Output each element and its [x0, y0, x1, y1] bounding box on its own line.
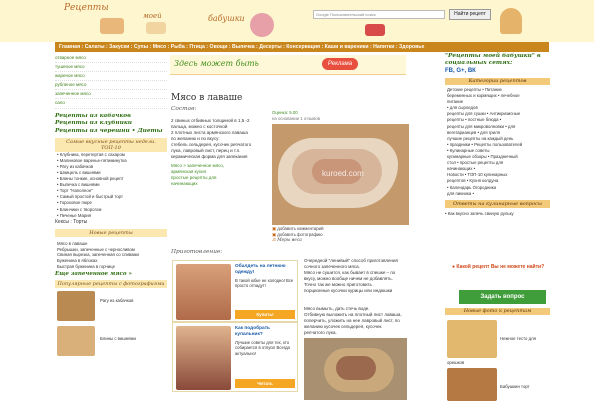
cake-illustration — [365, 24, 385, 36]
cake-illustration — [146, 22, 166, 34]
social-title: "Рецепты моей бабушки" в социальных сетя… — [445, 53, 541, 66]
sidebar-item-stewed-meat[interactable]: тушеное мясо — [55, 63, 167, 73]
more-baked-meat-link[interactable]: Еще запеченное мясо » — [55, 271, 167, 277]
top10-list: • Клубника, перетертая с сахаром • Малин… — [55, 152, 167, 219]
ad-read-button[interactable]: Читать — [235, 379, 295, 388]
photo-caption[interactable]: Блины с вишнями — [100, 336, 136, 342]
logo-word-2[interactable]: моей — [143, 12, 162, 20]
ad-image — [176, 264, 231, 320]
prep-text-1: Очередной "ленивый" способ приготовления… — [304, 258, 398, 293]
photo-caption[interactable]: Нежное тесто для — [500, 336, 536, 342]
cake-illustration — [100, 18, 124, 34]
recipe-photo[interactable]: kuroed.com — [272, 124, 409, 225]
categories-box-title: Категории рецептов — [445, 78, 550, 85]
popular-photo-box-title: Популярные рецепты с фотографиями — [55, 279, 167, 288]
sidebar-item-boiled-meat[interactable]: отварное мясо — [55, 54, 167, 64]
ad-card[interactable]: Обалдеть на летнюю одежду! В такой юбке … — [172, 260, 298, 322]
sidebar-item-minced-meat[interactable]: рубленое мясо — [55, 81, 167, 91]
step-photo[interactable] — [304, 338, 407, 400]
banner-text: Здесь может быть — [174, 59, 259, 68]
new-recipes-list: Мясо в лаваше Ребрышки, запеченные с чер… — [55, 241, 167, 270]
ad-card[interactable]: Как подобрать купальник? Лучшие советы д… — [172, 322, 298, 392]
ad-text: Лучшие советы для тех, кто собирается в … — [235, 340, 290, 356]
new-photos-box-title: Новые фото к рецептам — [445, 308, 550, 315]
ad-buy-button[interactable]: Купить! — [235, 310, 295, 319]
cherry-recipes-link[interactable]: Рецепты из черешни • Диеты — [55, 128, 167, 136]
answer-item[interactable]: • Как вкусно запечь свиную рульку — [445, 211, 550, 217]
popular-photo-list: Рагу из кабачков Блины с вишнями — [55, 288, 167, 368]
cake-illustration — [500, 8, 522, 34]
top10-box-title: Самые вкусные рецепты недели. ТОП-10 — [55, 137, 167, 152]
strawberry-recipes-link[interactable]: Рецепты из клубники — [55, 120, 167, 128]
banner-ad-word: Реклама — [322, 58, 358, 70]
category-item[interactable]: для пикника • — [447, 191, 550, 197]
grandma-illustration — [250, 13, 274, 37]
ingredients-block: Состав: 2 свиных отбивных толщиной в 1,5… — [171, 106, 269, 187]
cakes-link[interactable]: Кексы : Торты — [55, 219, 167, 226]
sidebar-item-salo[interactable]: сало — [55, 99, 167, 109]
site-header: Рецепты моей бабушки Google Пользователь… — [0, 0, 594, 42]
logo-word-3[interactable]: бабушки — [208, 14, 245, 23]
social-links[interactable]: FB, G+, ВК — [445, 67, 550, 75]
left-sidebar: отварное мясо тушеное мясо жареное мясо … — [55, 54, 167, 368]
ad-image — [176, 326, 231, 390]
ad-banner[interactable]: Здесь может быть Реклама — [170, 55, 406, 75]
recipe-actions: ▣ добавить комментарий ▣ добавить фотогр… — [272, 226, 324, 244]
recipe-thumb[interactable] — [447, 320, 497, 358]
recipe-thumb[interactable] — [57, 325, 95, 356]
prep-text-2: Мясо вымыть, дать стечь воде. Отбивную в… — [304, 306, 402, 335]
main-nav[interactable]: Главная : Салаты : Закуски : Супы : Мясо… — [55, 42, 549, 52]
weights-link[interactable]: ⚖ Меры веса — [272, 238, 324, 244]
ad-title[interactable]: Как подобрать купальник? — [235, 326, 297, 338]
search-button[interactable]: Найти рецепт — [449, 9, 491, 20]
categories-list: Детские рецепты • Питание беременных и к… — [445, 85, 550, 197]
photo-caption[interactable]: Рагу из кабачков — [100, 298, 133, 304]
recipe-thumb[interactable] — [447, 368, 497, 401]
photo-watermark: kuroed.com — [322, 169, 364, 178]
photo-caption[interactable]: Бабушкин торт — [500, 384, 530, 390]
list-item[interactable]: Быстрая буженина в горчице — [57, 264, 167, 270]
new-recipes-box-title: Новые рецепты — [55, 228, 167, 237]
answers-box-title: Ответы на кулинарные вопросы — [445, 199, 550, 208]
ask-question-button[interactable]: Задать вопрос — [459, 290, 546, 304]
ad-text: В такой юбке не холодно! Все просто отпа… — [235, 278, 294, 289]
question-prompt: ● Какой рецепт Вы не можете найти? — [452, 264, 545, 270]
page: Рецепты моей бабушки Google Пользователь… — [0, 0, 594, 401]
sidebar-item-baked-meat[interactable]: запеченное мясо — [55, 90, 167, 100]
right-sidebar: "Рецепты моей бабушки" в социальных сетя… — [445, 53, 550, 217]
page-title: Мясо в лаваше — [171, 93, 243, 103]
preparation-label: Приготовление: — [171, 249, 223, 255]
logo-word-1[interactable]: Рецепты — [64, 3, 109, 13]
search-input[interactable]: Google Пользовательский поиск — [313, 10, 445, 19]
category-link[interactable]: начинающих — [171, 181, 269, 187]
ad-title[interactable]: Обалдеть на летнюю одежду! — [235, 264, 297, 276]
rating-votes: на основании 1 отзывов — [272, 116, 321, 121]
photo-caption[interactable]: орешков — [447, 360, 464, 366]
composition-label: Состав: — [171, 106, 197, 112]
sidebar-item-fried-meat[interactable]: жареное мясо — [55, 72, 167, 82]
recipe-thumb[interactable] — [57, 290, 95, 321]
